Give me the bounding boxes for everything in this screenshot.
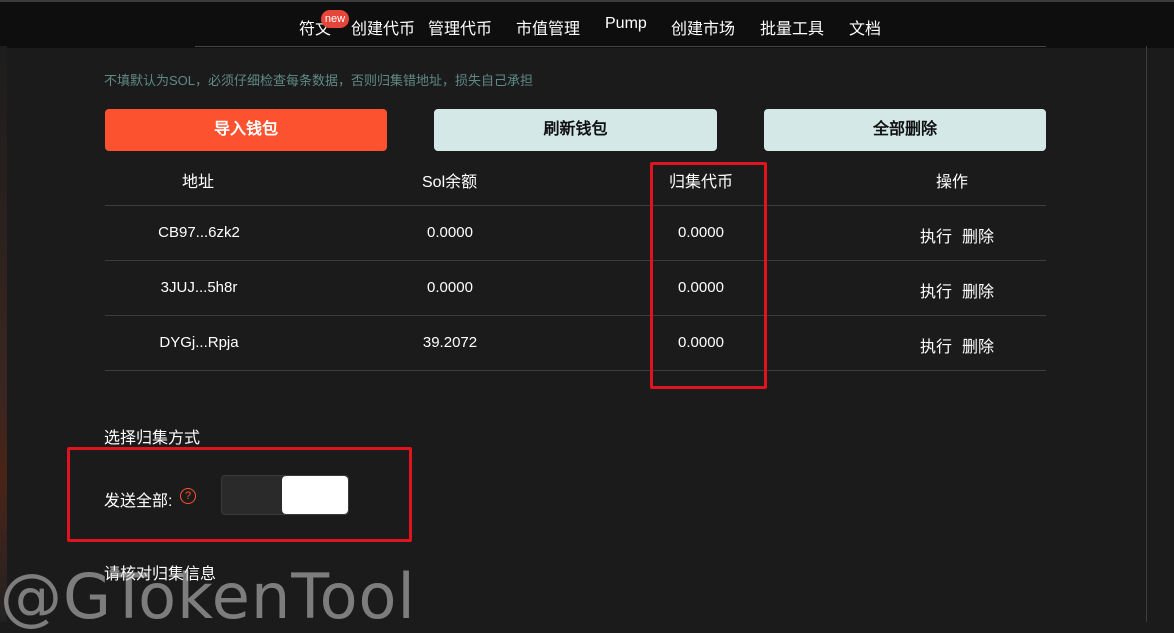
- scroll-divider: [1146, 46, 1147, 622]
- delete-link[interactable]: 删除: [962, 333, 994, 357]
- main-nav: 符文 new 创建代币 管理代币 市值管理 Pump 创建市场 批量工具 文档: [0, 2, 1174, 48]
- table-divider: [105, 205, 1046, 206]
- table-divider: [105, 315, 1046, 316]
- nav-item-docs[interactable]: 文档: [849, 15, 881, 39]
- cell-address: 3JUJ...5h8r: [160, 279, 238, 296]
- table-divider: [105, 370, 1046, 371]
- nav-item-market-cap[interactable]: 市值管理: [516, 15, 580, 39]
- help-icon[interactable]: ?: [180, 488, 196, 504]
- import-wallet-button[interactable]: 导入钱包: [105, 109, 387, 151]
- cell-address: DYGj...Rpja: [159, 334, 239, 351]
- execute-link[interactable]: 执行: [920, 223, 952, 247]
- watermark-text: @GTokenTool: [0, 560, 416, 633]
- nav-item-pump[interactable]: Pump: [605, 15, 647, 33]
- delete-link[interactable]: 删除: [962, 223, 994, 247]
- nav-item-create-market[interactable]: 创建市场: [671, 15, 735, 39]
- nav-item-create-token[interactable]: 创建代币: [351, 15, 415, 39]
- send-all-toggle[interactable]: [221, 475, 349, 515]
- cell-sol: 0.0000: [427, 279, 473, 296]
- left-edge-strip: [0, 46, 7, 622]
- execute-link[interactable]: 执行: [920, 278, 952, 302]
- warning-hint: 不填默认为SOL，必须仔细检查每条数据，否则归集错地址，损失自己承担: [104, 73, 534, 88]
- highlight-box-token-column: [650, 162, 767, 389]
- cell-sol: 39.2072: [422, 334, 478, 351]
- input-underline: [195, 46, 1046, 47]
- header-actions: 操作: [936, 174, 969, 191]
- top-navbar: 符文 new 创建代币 管理代币 市值管理 Pump 创建市场 批量工具 文档: [0, 0, 1174, 48]
- header-sol-balance: Sol余额: [422, 174, 478, 191]
- send-all-label: 发送全部:: [104, 493, 173, 510]
- delete-link[interactable]: 删除: [962, 278, 994, 302]
- refresh-wallet-button[interactable]: 刷新钱包: [434, 109, 717, 151]
- nav-item-manage-token[interactable]: 管理代币: [428, 15, 492, 39]
- header-address: 地址: [182, 174, 215, 191]
- nav-item-batch-tools[interactable]: 批量工具: [760, 15, 824, 39]
- cell-sol: 0.0000: [427, 224, 473, 241]
- delete-all-button[interactable]: 全部删除: [764, 109, 1046, 151]
- new-badge: new: [321, 10, 349, 28]
- toggle-knob: [282, 476, 348, 514]
- execute-link[interactable]: 执行: [920, 333, 952, 357]
- collect-method-title: 选择归集方式: [104, 430, 201, 447]
- cell-address: CB97...6zk2: [158, 224, 240, 241]
- table-divider: [105, 260, 1046, 261]
